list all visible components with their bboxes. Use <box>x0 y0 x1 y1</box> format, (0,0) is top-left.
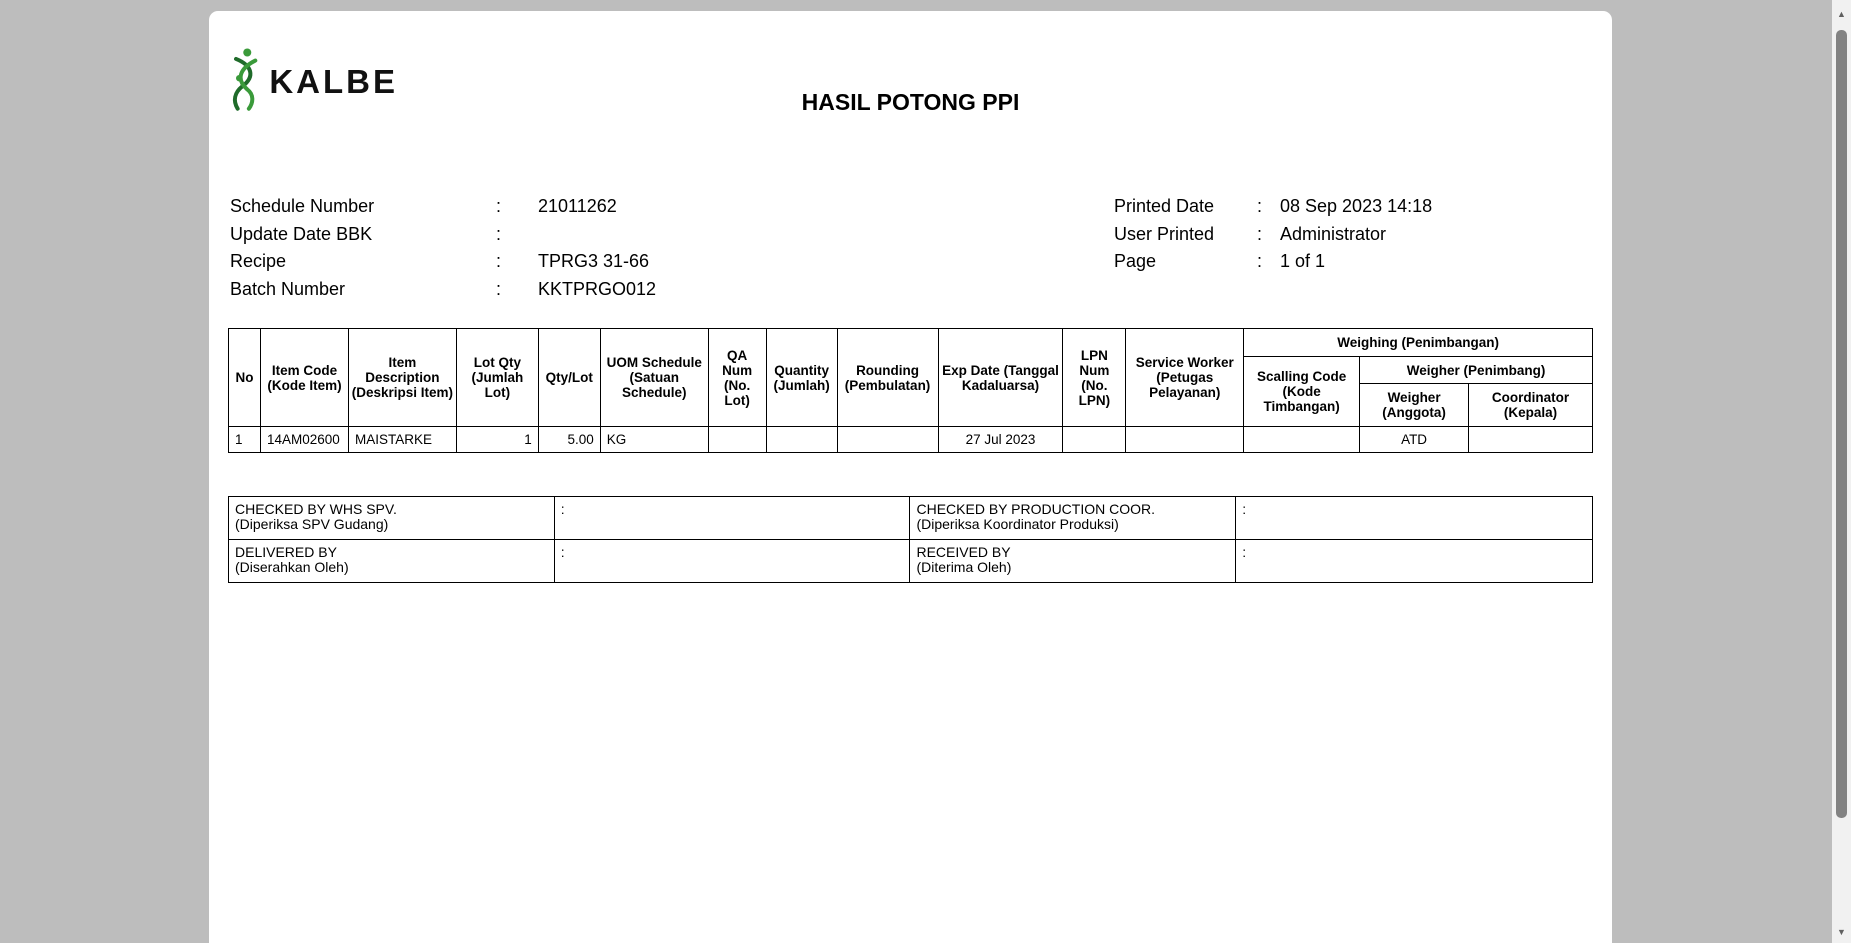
cell-item-description: MAISTARKE <box>347 426 457 453</box>
info-row-user-printed: User Printed : Administrator <box>1114 221 1432 249</box>
info-separator: : <box>1257 196 1263 217</box>
info-value: Administrator <box>1280 223 1387 244</box>
info-label: Schedule Number <box>230 196 375 217</box>
signature-field-delivered-by: : <box>553 539 911 583</box>
signature-table: CHECKED BY WHS SPV. (Diperiksa SPV Gudan… <box>228 496 1593 583</box>
schedule-info: Schedule Number : 21011262 Update Date B… <box>230 193 656 303</box>
signature-label-line: CHECKED BY WHS SPV. <box>235 501 397 517</box>
print-info: Printed Date : 08 Sep 2023 14:18 User Pr… <box>1114 193 1432 276</box>
header-qa-num: QA Num (No. Lot) <box>707 328 767 427</box>
header-uom-schedule: UOM Schedule (Satuan Schedule) <box>599 328 709 427</box>
cell-coordinator <box>1468 426 1593 453</box>
info-label: User Printed <box>1114 223 1215 244</box>
header-service-worker: Service Worker (Petugas Pelayanan) <box>1125 328 1245 427</box>
cell-scalling-code <box>1243 426 1361 453</box>
header-no: No <box>228 328 261 427</box>
info-row-recipe: Recipe : TPRG3 31-66 <box>230 248 656 276</box>
info-value: 08 Sep 2023 14:18 <box>1280 196 1433 217</box>
info-row-schedule-number: Schedule Number : 21011262 <box>230 193 656 221</box>
cell-lot-qty: 1 <box>455 426 539 453</box>
signature-label-line: (Diperiksa Koordinator Produksi) <box>916 516 1119 532</box>
cell-no: 1 <box>228 426 261 453</box>
header-quantity: Quantity (Jumlah) <box>765 328 838 427</box>
header-item-code: Item Code (Kode Item) <box>259 328 349 427</box>
signature-field-received-by: : <box>1235 539 1593 583</box>
weighing-table: No Item Code (Kode Item) Item Descriptio… <box>228 328 1593 453</box>
info-value: 21011262 <box>538 196 617 217</box>
info-separator: : <box>496 196 502 217</box>
header-lpn-num: LPN Num (No. LPN) <box>1062 328 1127 427</box>
info-value: 1 of 1 <box>1280 251 1326 272</box>
info-label: Update Date BBK <box>230 223 373 244</box>
info-separator: : <box>1257 251 1263 272</box>
cell-rounding <box>836 426 939 453</box>
info-label: Printed Date <box>1114 196 1215 217</box>
signature-label-production-coor: CHECKED BY PRODUCTION COOR. (Diperiksa K… <box>909 496 1237 540</box>
info-row-update-date: Update Date BBK : <box>230 221 656 249</box>
header-coordinator: Coordinator (Kepala) <box>1468 383 1593 427</box>
info-value: KKTPRGO012 <box>538 278 657 299</box>
info-row-page: Page : 1 of 1 <box>1114 248 1432 276</box>
signature-label-line: (Diperiksa SPV Gudang) <box>235 516 389 532</box>
signature-label-line: CHECKED BY PRODUCTION COOR. <box>916 501 1156 517</box>
signature-label-line: DELIVERED BY <box>235 544 337 560</box>
header-qty-per-lot: Qty/Lot <box>537 328 601 427</box>
signature-field-whs-spv: : <box>553 496 911 540</box>
signature-label-line: RECEIVED BY <box>916 544 1011 560</box>
header-item-description: Item Description (Deskripsi Item) <box>347 328 457 427</box>
cell-qa-num <box>707 426 767 453</box>
signature-row: CHECKED BY WHS SPV. (Diperiksa SPV Gudan… <box>228 496 1593 540</box>
info-separator: : <box>1257 223 1263 244</box>
cell-service-worker <box>1125 426 1245 453</box>
signature-field-production-coor: : <box>1235 496 1593 540</box>
cell-item-code: 14AM02600 <box>259 426 349 453</box>
cell-quantity <box>765 426 838 453</box>
signature-label-delivered-by: DELIVERED BY (Diserahkan Oleh) <box>228 539 555 583</box>
info-label: Batch Number <box>230 278 346 299</box>
info-separator: : <box>496 251 502 272</box>
signature-label-line: (Diserahkan Oleh) <box>235 559 349 575</box>
info-row-batch-number: Batch Number : KKTPRGO012 <box>230 276 656 304</box>
scroll-up-icon[interactable]: ▲ <box>1832 6 1851 23</box>
cell-weigher: ATD <box>1359 426 1470 453</box>
scroll-down-icon[interactable]: ▼ <box>1832 924 1851 941</box>
header-weighing: Weighing (Penimbangan) <box>1243 328 1593 357</box>
vertical-scrollbar[interactable]: ▲ ▼ <box>1832 0 1851 943</box>
header-lot-qty: Lot Qty (Jumlah Lot) <box>455 328 539 427</box>
signature-label-line: (Diterima Oleh) <box>916 559 1012 575</box>
info-value: TPRG3 31-66 <box>538 251 650 272</box>
signature-label-whs-spv: CHECKED BY WHS SPV. (Diperiksa SPV Gudan… <box>228 496 555 540</box>
header-weigher: Weigher (Anggota) <box>1359 383 1470 427</box>
report-title: HASIL POTONG PPI <box>801 89 1020 115</box>
signature-row: DELIVERED BY (Diserahkan Oleh) : RECEIVE… <box>228 539 1593 583</box>
cell-lpn-num <box>1062 426 1127 453</box>
info-separator: : <box>496 223 502 244</box>
cell-exp-date: 27 Jul 2023 <box>937 426 1064 453</box>
info-label: Page <box>1114 251 1157 272</box>
signature-label-received-by: RECEIVED BY (Diterima Oleh) <box>909 539 1237 583</box>
cell-uom: KG <box>599 426 709 453</box>
table-row: 1 14AM02600 MAISTARKE 1 5.00 KG 27 Jul 2… <box>228 426 1593 453</box>
header-weigher-group: Weigher (Penimbang) <box>1359 356 1593 384</box>
info-row-printed-date: Printed Date : 08 Sep 2023 14:18 <box>1114 193 1432 221</box>
scrollbar-thumb[interactable] <box>1836 30 1847 818</box>
info-separator: : <box>496 278 502 299</box>
header-scalling-code: Scalling Code (Kode Timbangan) <box>1243 356 1361 427</box>
cell-qty-per-lot: 5.00 <box>537 426 601 453</box>
header-rounding: Rounding (Pembulatan) <box>836 328 939 427</box>
info-label: Recipe <box>230 251 287 272</box>
header-exp-date: Exp Date (Tanggal Kadaluarsa) <box>937 328 1064 427</box>
report-page: KALBE HASIL POTONG PPI Schedule Number :… <box>209 11 1612 943</box>
